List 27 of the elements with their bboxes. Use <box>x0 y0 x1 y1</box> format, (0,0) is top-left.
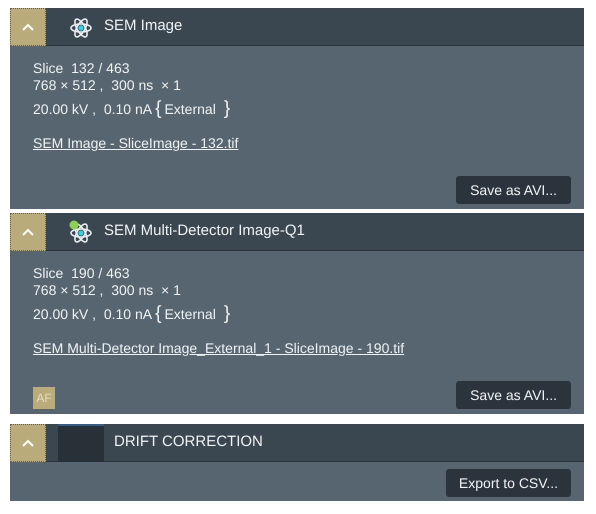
atom-icon <box>68 220 94 244</box>
chevron-up-icon <box>22 438 34 446</box>
brace: { <box>155 304 162 324</box>
brace: { <box>155 99 162 119</box>
chevron-up-icon <box>22 228 34 236</box>
collapse-toggle[interactable] <box>10 212 46 250</box>
info-line: Slice 190 / 463 <box>33 265 131 282</box>
beam-settings: 20.00 kV , 0.10 nA <box>33 100 152 119</box>
collapse-toggle[interactable] <box>10 424 46 462</box>
section-title: SEM Image <box>104 16 182 36</box>
export-button[interactable]: Export to CSV... <box>446 469 571 497</box>
info-line: Slice 132 / 463 <box>33 60 131 77</box>
info-line: 768 × 512 , 300 ns × 1 <box>33 282 182 299</box>
beam-source: External <box>164 305 216 324</box>
beam-settings: 20.00 kV , 0.10 nA <box>33 305 152 324</box>
brace: } <box>224 304 230 324</box>
save-button[interactable]: Save as AVI... <box>456 176 571 204</box>
info-line: 768 × 512 , 300 ns × 1 <box>33 77 182 94</box>
file-link[interactable]: SEM Multi-Detector Image_External_1 - SliceImage - 190.tif <box>33 338 404 359</box>
collapse-toggle[interactable] <box>10 8 46 46</box>
file-link[interactable]: SEM Image - SliceImage - 132.tif <box>33 133 238 154</box>
section-title: DRIFT CORRECTION <box>114 432 263 452</box>
beam-source: External <box>164 100 216 119</box>
brace: } <box>224 99 230 119</box>
chevron-up-icon <box>22 22 34 30</box>
section-title: SEM Multi-Detector Image-Q1 <box>104 221 305 242</box>
save-button[interactable]: Save as AVI... <box>456 381 571 409</box>
